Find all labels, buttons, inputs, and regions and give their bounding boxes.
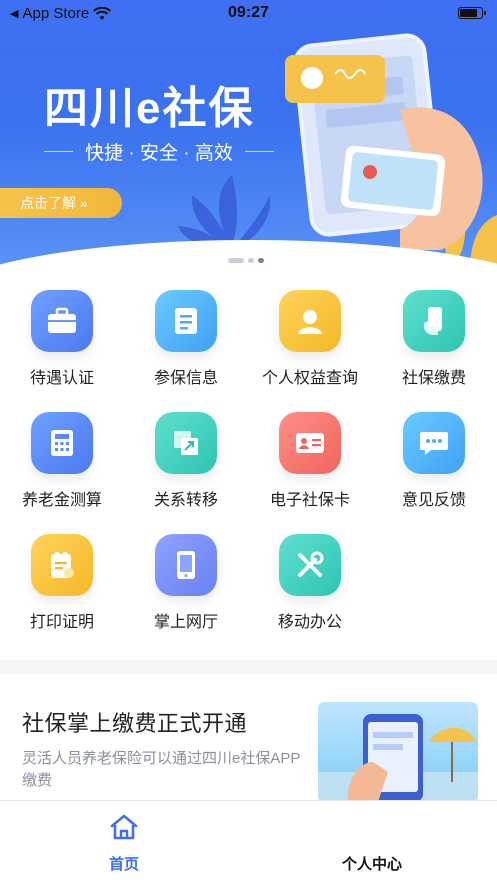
service-label: 待遇认证 [29, 370, 94, 387]
tab-home-label: 首页 [108, 856, 139, 873]
person-icon [279, 290, 341, 352]
service-benefit-certification[interactable]: 待遇认证 [0, 290, 124, 388]
banner-subtitle: 快捷 · 安全 · 高效 [85, 143, 233, 164]
news-description: 灵活人员养老保险可以通过四川e社保APP缴费 [22, 750, 301, 789]
service-label: 电子社保卡 [269, 492, 350, 509]
service-print-certificate[interactable]: 打印证明 [0, 534, 124, 632]
document-icon [155, 290, 217, 352]
service-personal-rights[interactable]: 个人权益查询 [248, 290, 372, 388]
service-relation-transfer[interactable]: 关系转移 [124, 412, 248, 510]
banner-subtitle-row: 快捷 · 安全 · 高效 [44, 138, 274, 165]
service-mobile-hall[interactable]: 掌上网厅 [124, 534, 248, 632]
news-title: 社保掌上缴费正式开通 [22, 711, 248, 736]
tools-icon [279, 534, 341, 596]
carousel-dot[interactable] [248, 258, 254, 263]
transfer-icon [155, 412, 217, 474]
home-icon [110, 814, 138, 840]
news-thumbnail [318, 702, 478, 802]
tab-home[interactable]: 首页 [0, 801, 248, 883]
service-label: 移动办公 [277, 614, 342, 631]
tab-personal-label: 个人中心 [341, 856, 402, 873]
status-time: 09:27 [228, 4, 269, 21]
service-label: 打印证明 [29, 614, 94, 631]
promo-banner[interactable]: 四川e社保 快捷 · 安全 · 高效 点击了解 » [0, 0, 497, 272]
carousel-dot-active[interactable] [258, 258, 264, 263]
service-label: 养老金测算 [21, 492, 102, 509]
battery-icon [458, 7, 486, 19]
print-doc-icon [31, 534, 93, 596]
banner-title: 四川e社保 [44, 84, 255, 133]
carousel-indicator[interactable] [228, 258, 264, 263]
service-label: 社保缴费 [401, 370, 466, 387]
news-illustration [318, 714, 478, 802]
section-divider [0, 660, 497, 674]
tab-personal-center[interactable]: 个人中心 [248, 801, 496, 883]
news-card[interactable]: 社保掌上缴费正式开通 灵活人员养老保险可以通过四川e社保APP缴费 [0, 690, 497, 802]
carousel-dot[interactable] [228, 258, 244, 263]
learn-more-button[interactable]: 点击了解 » [0, 188, 122, 218]
service-insurance-info[interactable]: 参保信息 [124, 290, 248, 388]
id-card-icon [279, 412, 341, 474]
mobile-icon [155, 534, 217, 596]
service-mobile-office[interactable]: 移动办公 [248, 534, 372, 632]
service-label: 意见反馈 [401, 492, 466, 509]
chat-icon [403, 412, 465, 474]
status-bar: ◀ App Store 09:27 [0, 0, 497, 28]
service-payment[interactable]: 社保缴费 [372, 290, 496, 388]
phone-hand-icon [403, 290, 465, 352]
calculator-icon [31, 412, 93, 474]
service-electronic-card[interactable]: 电子社保卡 [248, 412, 372, 510]
bottom-tab-bar: 首页 个人中心 [0, 800, 497, 883]
briefcase-icon [31, 290, 93, 352]
service-label: 参保信息 [153, 370, 218, 387]
subtitle-left-line [44, 151, 74, 152]
service-label: 个人权益查询 [261, 370, 358, 387]
banner-illustration [178, 33, 497, 270]
subtitle-right-line [244, 151, 274, 152]
service-label: 掌上网厅 [153, 614, 218, 631]
service-label: 关系转移 [153, 492, 218, 509]
service-pension-calculator[interactable]: 养老金测算 [0, 412, 124, 510]
service-feedback[interactable]: 意见反馈 [372, 412, 496, 510]
